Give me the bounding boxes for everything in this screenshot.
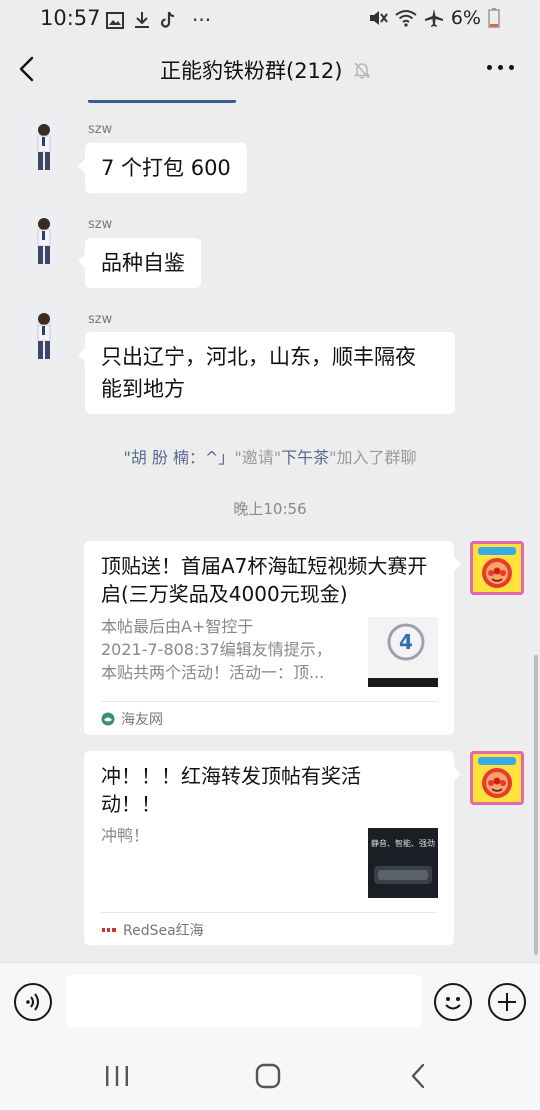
- message-input[interactable]: [66, 975, 422, 1027]
- site-logo-icon: [101, 712, 115, 726]
- card-description: 本帖最后由A+智控于 2021-7-808:37编辑友情提示， 本贴共两个活动！…: [101, 615, 332, 684]
- notice-inviter[interactable]: 胡 朌 楠：^」: [131, 448, 235, 467]
- card-source: RedSea红海: [123, 923, 204, 939]
- more-actions-button[interactable]: [488, 983, 526, 1021]
- message-bubble[interactable]: 只出辽宁，河北，山东，顺丰隔夜 能到地方: [78, 332, 455, 414]
- input-bar: [0, 962, 540, 1040]
- message-list[interactable]: szw 7 个打包 600 szw 品种自鉴 szw 只出辽宁，河北，山东，顺丰…: [0, 100, 540, 962]
- battery-icon: [488, 8, 500, 28]
- my-avatar[interactable]: [470, 751, 524, 805]
- emoji-icon: [445, 997, 461, 1010]
- previous-message-edge: [88, 100, 236, 103]
- wifi-icon: [395, 10, 417, 27]
- avatar[interactable]: [16, 307, 70, 361]
- my-avatar[interactable]: [470, 541, 524, 595]
- notice-tail: "加入了群聊: [329, 448, 417, 467]
- voice-icon: [26, 993, 39, 1011]
- recent-apps-icon[interactable]: [104, 1064, 130, 1088]
- timestamp: 晚上10:56: [233, 500, 307, 518]
- sender-name: szw: [88, 312, 113, 327]
- system-notice: "胡 朌 楠：^」"邀请"下午茶"加入了群聊: [0, 444, 540, 468]
- card-desc-line: 本帖最后由A+智控于: [101, 617, 254, 636]
- link-card[interactable]: 冲！！！红海转发顶帖有奖活动！！ 冲鸭！ 静音、智能、强劲 RedSea红海: [84, 751, 461, 945]
- message-bubble[interactable]: 7 个打包 600: [78, 143, 247, 193]
- status-bar: 10:57 ··· 6%: [0, 0, 540, 38]
- notice-action: "邀请": [234, 448, 282, 467]
- home-icon[interactable]: [254, 1062, 282, 1090]
- status-time: 10:57: [40, 6, 101, 30]
- link-card[interactable]: 顶贴送！首届A7杯海缸短视频大赛开启(三万奖品及4000元现金) 本帖最后由A+…: [84, 541, 461, 735]
- thumbnail-caption: 静音、智能、强劲: [371, 839, 435, 848]
- notice-quote: ": [123, 448, 131, 467]
- back-nav-icon[interactable]: [408, 1062, 428, 1090]
- emoji-button[interactable]: [434, 983, 472, 1021]
- card-desc-line: 2021-7-808:37编辑友情提示，: [101, 640, 332, 659]
- chat-title[interactable]: 正能豹铁粉群(212): [160, 55, 342, 85]
- chat-header: 正能豹铁粉群(212): [0, 38, 540, 100]
- gallery-icon: [106, 11, 124, 29]
- battery-percent: 6%: [450, 7, 481, 29]
- sender-name: szw: [88, 122, 113, 137]
- voice-input-button[interactable]: [14, 983, 52, 1021]
- airplane-icon: [424, 9, 443, 27]
- card-title: 顶贴送！首届A7杯海缸短视频大赛开启(三万奖品及4000元现金): [101, 554, 428, 606]
- scrollbar[interactable]: [534, 655, 538, 955]
- message-text-line: 只出辽宁，河北，山东，顺丰隔夜: [101, 345, 416, 369]
- site-logo-icon: [101, 927, 117, 933]
- more-options-icon[interactable]: [487, 65, 514, 70]
- card-thumbnail: 4: [368, 617, 438, 687]
- tiktok-icon: [160, 11, 175, 28]
- more-notifications-icon: ···: [192, 8, 212, 32]
- avatar[interactable]: [16, 118, 70, 172]
- message-text-line: 能到地方: [101, 377, 185, 401]
- card-source: 海友网: [121, 712, 163, 728]
- message-text: 品种自鉴: [101, 251, 185, 275]
- card-description: 冲鸭！: [101, 824, 149, 847]
- mute-icon: [369, 11, 388, 25]
- download-icon: [135, 12, 149, 28]
- card-title: 冲！！！红海转发顶帖有奖活动！！: [101, 764, 361, 816]
- svg-text:4: 4: [399, 630, 413, 654]
- card-desc-line: 冲鸭！: [101, 826, 150, 845]
- message-bubble[interactable]: 品种自鉴: [78, 238, 201, 288]
- sender-name: szw: [88, 217, 113, 232]
- plus-icon: [498, 993, 516, 1011]
- card-thumbnail: 静音、智能、强劲: [368, 828, 438, 898]
- mute-notifications-icon: [354, 62, 371, 79]
- message-text: 7 个打包 600: [101, 156, 231, 180]
- avatar[interactable]: [16, 212, 70, 266]
- card-desc-line: 本贴共两个活动！活动一：顶...: [101, 663, 325, 682]
- system-navigation-bar: [0, 1040, 540, 1110]
- back-arrow-icon[interactable]: [14, 52, 44, 86]
- notice-invitee[interactable]: 下午茶: [281, 448, 329, 467]
